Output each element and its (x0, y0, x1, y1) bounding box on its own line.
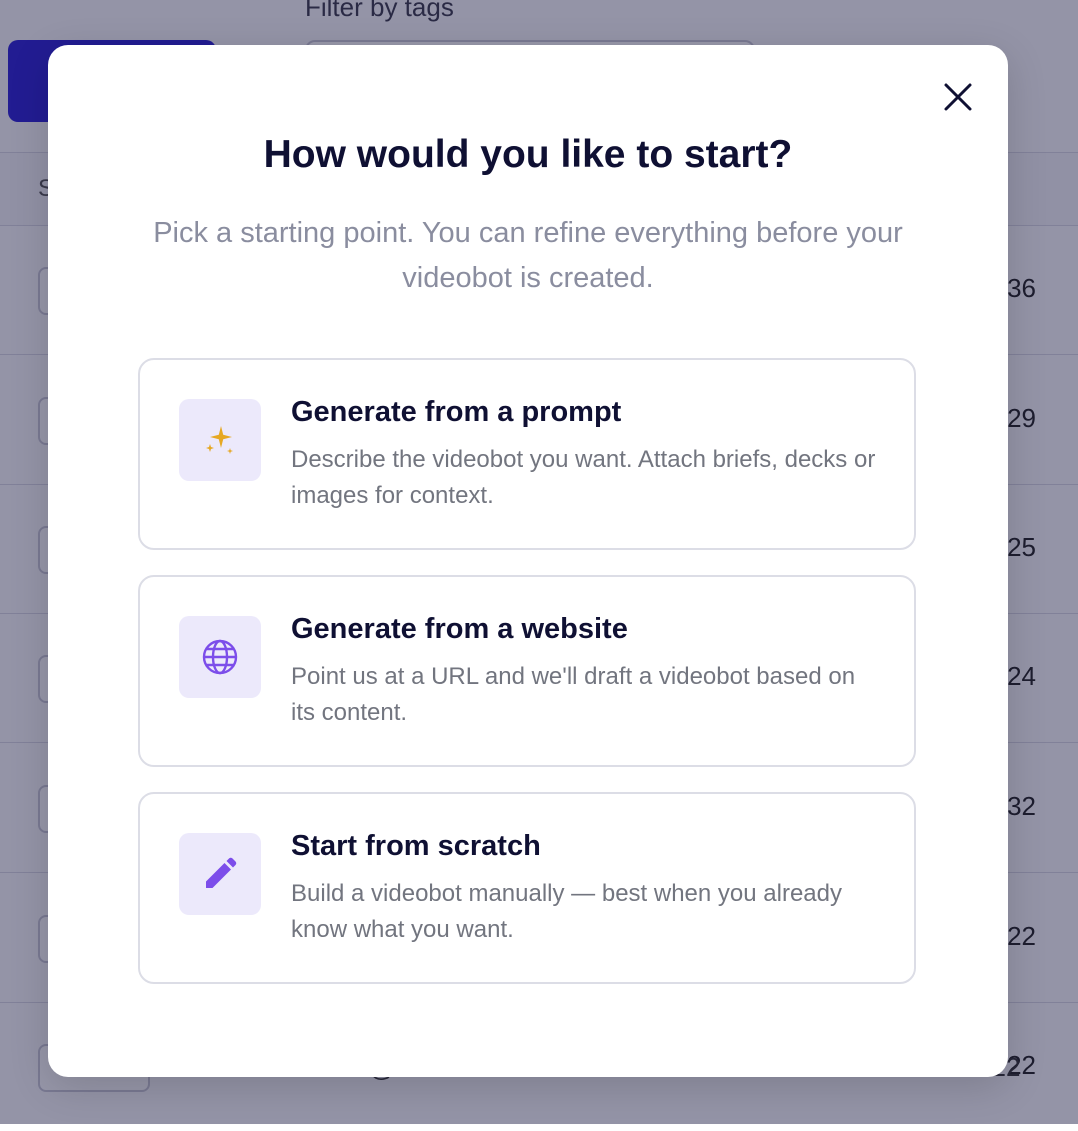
option-start-from-scratch[interactable]: Start from scratch Build a videobot manu… (138, 792, 916, 984)
dialog-subtitle: Pick a starting point. You can refine ev… (153, 217, 903, 294)
close-button[interactable] (938, 77, 978, 117)
option-icon-box (179, 616, 261, 698)
close-icon (944, 83, 972, 111)
sparkles-icon (206, 426, 233, 454)
option-icon-box (179, 833, 261, 915)
start-dialog: How would you like to start? Pick a star… (48, 45, 1008, 1077)
pencil-icon (206, 857, 237, 888)
globe-icon (202, 639, 238, 675)
dialog-title: How would you like to start? (263, 133, 793, 176)
option-description: Describe the videobot you want. Attach b… (291, 446, 876, 509)
option-title: Generate from a website (291, 613, 628, 645)
option-title: Generate from a prompt (291, 396, 622, 428)
option-title: Start from scratch (291, 830, 541, 862)
option-icon-box (179, 399, 261, 481)
option-generate-from-prompt[interactable]: Generate from a prompt Describe the vide… (138, 358, 916, 550)
option-description: Build a videobot manually — best when yo… (291, 880, 842, 943)
option-generate-from-website[interactable]: Generate from a website Point us at a UR… (138, 575, 916, 767)
option-description: Point us at a URL and we'll draft a vide… (291, 663, 856, 726)
